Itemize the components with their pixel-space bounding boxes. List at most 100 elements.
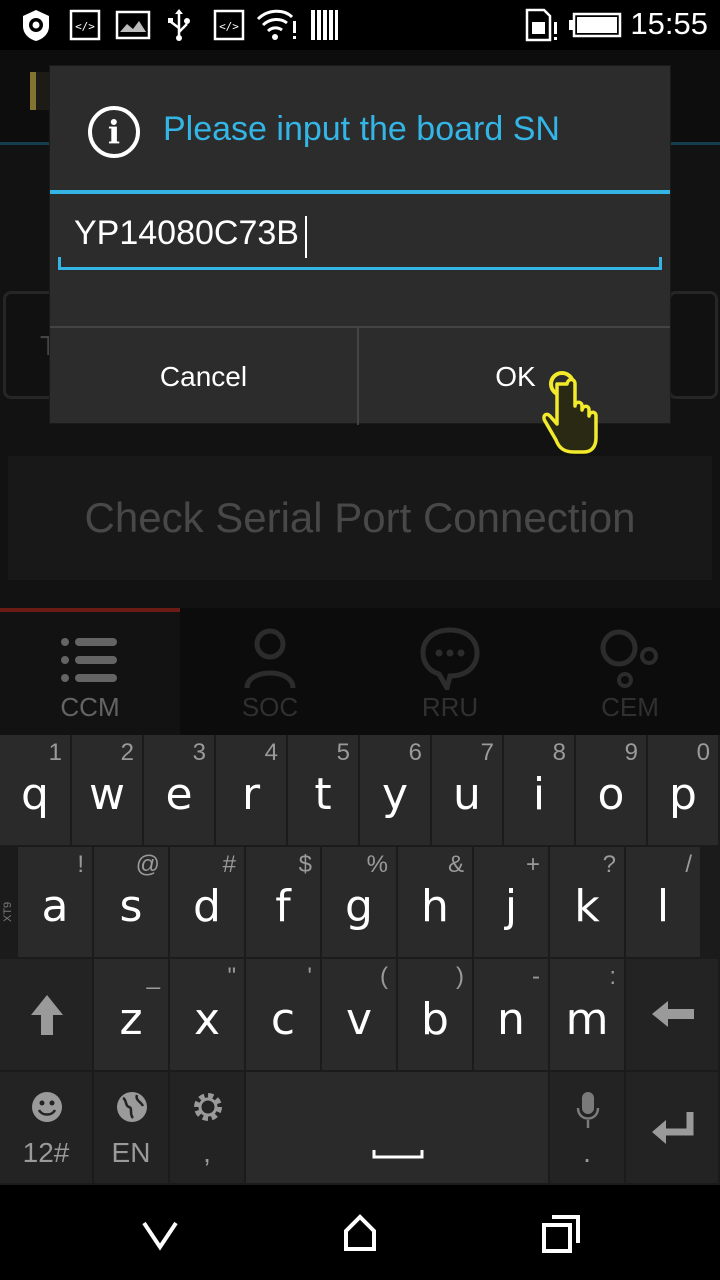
key-secondary-label: 6 (408, 739, 422, 766)
key-t[interactable]: 5t (288, 735, 360, 847)
cancel-button[interactable]: Cancel (50, 328, 359, 425)
enter-key[interactable] (626, 1072, 720, 1185)
key-label: x (193, 993, 221, 1045)
language-key[interactable]: EN (94, 1072, 170, 1185)
key-d[interactable]: # d (170, 847, 246, 959)
comma-key-label: , (203, 1137, 211, 1168)
key-m[interactable]: :m (550, 959, 626, 1072)
key-label: r (241, 769, 261, 820)
shift-arrow-icon (31, 995, 63, 1035)
backspace-key[interactable] (626, 959, 720, 1072)
key-z[interactable]: _ z (94, 959, 170, 1072)
key-secondary-label: $ (298, 851, 312, 878)
svg-text:</>: </> (219, 20, 239, 33)
key-label: t (314, 769, 332, 820)
developer-code-icon: </> (212, 8, 246, 42)
key-label: z (119, 993, 143, 1045)
home-icon[interactable] (330, 1205, 390, 1261)
key-o[interactable]: 9o (576, 735, 648, 847)
globe-icon (117, 1092, 147, 1122)
gear-icon (194, 1093, 222, 1121)
key-n[interactable]: -n (474, 959, 550, 1072)
dialog-header: i Please input the board SN (50, 66, 670, 194)
ok-button[interactable]: OK (361, 328, 670, 425)
key-secondary-label: 1 (48, 739, 62, 766)
key-label: b (421, 993, 449, 1045)
image-icon (114, 8, 152, 42)
key-label: g (345, 881, 373, 932)
key-k[interactable]: ? k (550, 847, 626, 959)
status-time: 15:55 (630, 6, 708, 41)
status-bar: </> </> 15:55 (0, 0, 720, 50)
navigation-bar (0, 1185, 720, 1280)
back-icon[interactable] (130, 1205, 190, 1261)
sim-alert-icon (524, 8, 560, 42)
key-secondary-label: 5 (336, 739, 350, 766)
space-key[interactable] (246, 1072, 550, 1185)
key-a[interactable]: ! a (18, 847, 94, 959)
smiley-icon (32, 1092, 62, 1122)
text-cursor (305, 216, 307, 258)
key-label: f (275, 881, 291, 932)
key-l[interactable]: / l (626, 847, 702, 959)
xt9-label: XT9 (2, 901, 14, 922)
key-v[interactable]: (v (322, 959, 398, 1072)
voice-period-key[interactable]: . (550, 1072, 626, 1185)
key-secondary-label: ? (602, 851, 616, 878)
key-y[interactable]: 6y (360, 735, 432, 847)
key-label: u (453, 769, 481, 820)
key-secondary-label: - (532, 963, 540, 990)
key-label: s (119, 881, 143, 932)
battery-icon (568, 8, 622, 42)
settings-comma-key[interactable]: , (170, 1072, 246, 1185)
key-label: i (532, 769, 546, 820)
key-secondary-label: 8 (552, 739, 566, 766)
key-secondary-label: 3 (192, 739, 206, 766)
key-h[interactable]: & h (398, 847, 474, 959)
microphone-icon (576, 1092, 600, 1128)
key-secondary-label: 0 (696, 739, 710, 766)
key-label: h (421, 881, 449, 932)
key-secondary-label: 9 (624, 739, 638, 766)
key-secondary-label: ) (456, 963, 464, 990)
board-sn-field[interactable] (58, 206, 662, 270)
key-w[interactable]: 2w (72, 735, 144, 847)
touch-pointer-icon (542, 371, 598, 454)
wifi-alert-icon (256, 8, 298, 42)
key-secondary-label: ( (380, 963, 388, 990)
developer-code-icon: </> (68, 8, 102, 42)
board-sn-input[interactable] (74, 214, 634, 253)
key-secondary-label: # (222, 851, 236, 878)
svg-text:</>: </> (75, 20, 95, 33)
key-j[interactable]: + j (474, 847, 550, 959)
key-r[interactable]: 4r (216, 735, 288, 847)
key-i[interactable]: 8i (504, 735, 576, 847)
symbols-key-label: 12# (22, 1137, 70, 1168)
key-secondary-label: + (525, 851, 540, 878)
space-bar-icon (372, 1150, 424, 1159)
key-e[interactable]: 3e (144, 735, 216, 847)
shift-key[interactable] (0, 959, 94, 1072)
key-p[interactable]: 0p (648, 735, 720, 847)
barcode-icon (308, 8, 340, 42)
key-b[interactable]: ) b (398, 959, 474, 1072)
key-f[interactable]: $ f (246, 847, 322, 959)
emoji-symbols-key[interactable]: 12# (0, 1072, 94, 1185)
enter-arrow-icon (652, 1112, 694, 1144)
settings-shield-icon (18, 8, 54, 42)
key-x[interactable]: " x (170, 959, 246, 1072)
key-label: j (504, 881, 518, 932)
key-c[interactable]: ' c (246, 959, 322, 1072)
key-s[interactable]: @ s (94, 847, 170, 959)
key-label: l (656, 881, 670, 932)
key-label: k (574, 881, 600, 932)
recent-apps-icon[interactable] (530, 1205, 590, 1261)
key-g[interactable]: % g (322, 847, 398, 959)
key-q[interactable]: 1q (0, 735, 72, 847)
key-u[interactable]: 7u (432, 735, 504, 847)
key-secondary-label: % (366, 851, 388, 878)
backspace-arrow-icon (652, 1001, 694, 1027)
key-label: w (89, 769, 125, 820)
key-label: a (41, 881, 69, 932)
key-secondary-label: ! (77, 851, 84, 878)
